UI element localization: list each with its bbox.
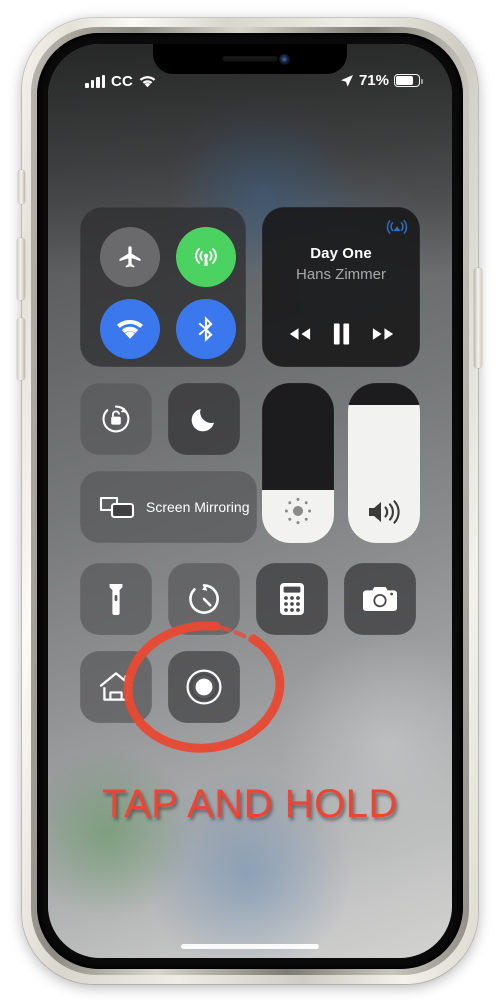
cellular-bars-icon — [85, 75, 105, 88]
playback-controls — [262, 322, 420, 346]
status-bar: CC 71% — [48, 44, 452, 114]
screen-mirroring-label: Screen Mirroring — [146, 499, 250, 515]
track-title: Day One — [310, 245, 372, 262]
cellular-tower-icon — [191, 242, 221, 272]
volume-down-button[interactable] — [17, 318, 25, 380]
location-arrow-icon — [340, 74, 354, 88]
control-center: Day One Hans Zimmer Screen Mirroring — [48, 44, 452, 958]
connectivity-module — [80, 207, 246, 367]
now-playing-module[interactable]: Day One Hans Zimmer — [262, 207, 420, 367]
brightness-icon — [262, 495, 334, 527]
carrier-label: CC — [111, 73, 134, 90]
battery-percent-label: 71% — [358, 72, 389, 89]
wifi-icon — [116, 318, 144, 340]
timer-icon — [187, 582, 221, 616]
side-power-button[interactable] — [474, 268, 482, 368]
calculator-icon — [279, 582, 305, 616]
screen-mirroring-icon — [97, 492, 137, 522]
wifi-icon — [139, 75, 156, 88]
screenshot-stage: CC 71% Day One Hans Zimmer Screen Mirror… — [0, 0, 500, 1000]
cellular-data-toggle[interactable] — [176, 227, 236, 287]
timer-button[interactable] — [168, 563, 240, 635]
moon-icon — [189, 404, 219, 434]
airplay-audio-icon[interactable] — [386, 217, 408, 237]
rotation-lock-toggle[interactable] — [80, 383, 152, 455]
wifi-toggle[interactable] — [100, 299, 160, 359]
airplane-icon — [116, 243, 144, 271]
status-bar-right: 71% — [340, 72, 423, 89]
home-icon — [98, 670, 134, 704]
bluetooth-toggle[interactable] — [176, 299, 236, 359]
calculator-button[interactable] — [256, 563, 328, 635]
mute-switch[interactable] — [18, 170, 25, 204]
record-icon — [185, 668, 223, 706]
flashlight-icon — [107, 582, 125, 616]
volume-slider[interactable] — [348, 383, 420, 543]
battery-icon — [394, 74, 423, 87]
flashlight-button[interactable] — [80, 563, 152, 635]
do-not-disturb-toggle[interactable] — [168, 383, 240, 455]
home-app-button[interactable] — [80, 651, 152, 723]
rewind-icon[interactable] — [286, 324, 313, 344]
fast-forward-icon[interactable] — [370, 324, 397, 344]
airplane-mode-toggle[interactable] — [100, 227, 160, 287]
brightness-slider[interactable] — [262, 383, 334, 543]
phone-screen: CC 71% Day One Hans Zimmer Screen Mirror… — [48, 44, 452, 958]
pause-icon[interactable] — [332, 322, 351, 346]
screen-mirroring-button[interactable]: Screen Mirroring — [80, 471, 257, 543]
speaker-waves-icon — [348, 497, 420, 527]
home-indicator[interactable] — [181, 944, 319, 949]
status-bar-left: CC — [85, 73, 156, 90]
rotation-lock-icon — [99, 402, 133, 436]
volume-up-button[interactable] — [17, 238, 25, 300]
track-artist: Hans Zimmer — [295, 266, 386, 283]
camera-button[interactable] — [344, 563, 416, 635]
screen-recording-button[interactable] — [168, 651, 240, 723]
bluetooth-icon — [193, 314, 219, 344]
camera-icon — [362, 585, 398, 613]
